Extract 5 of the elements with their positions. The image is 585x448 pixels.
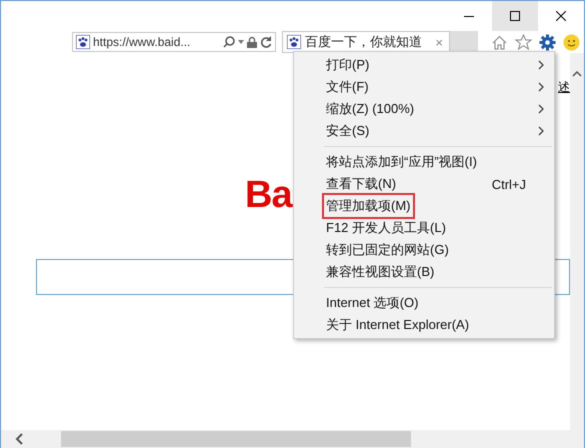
- shortcut-text: Ctrl+J: [492, 176, 526, 192]
- url-text: https://www.baid...: [93, 35, 192, 49]
- tab-title: 百度一下，你就知道: [305, 33, 423, 51]
- logo-text: Ba: [245, 173, 292, 217]
- page-text: 述: [558, 79, 570, 96]
